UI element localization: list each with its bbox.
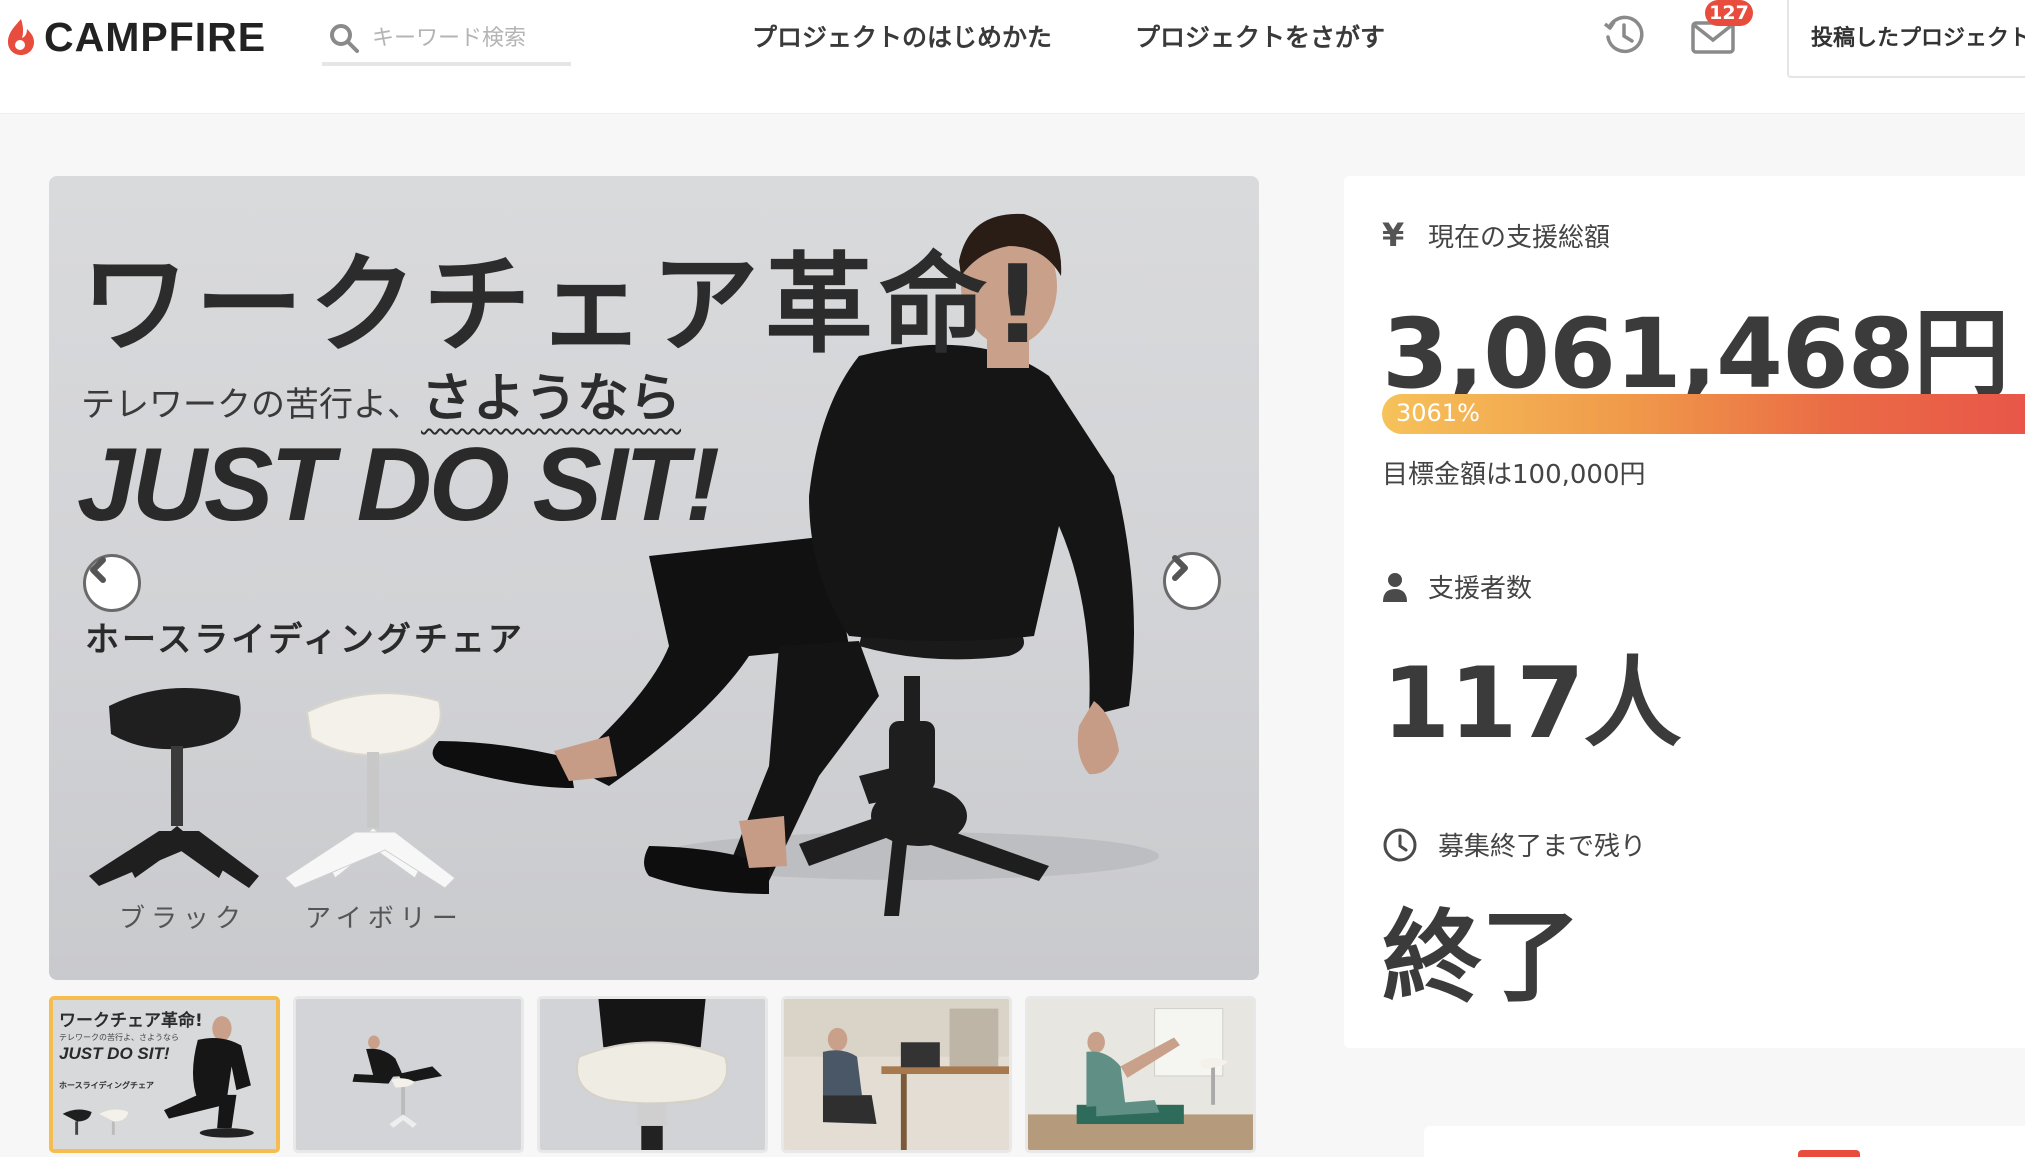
funding-stats-panel: ¥ 現在の支援総額 3,061,468円 3061% 目標金額は100,000円… <box>1344 176 2025 1048</box>
history-icon <box>1603 15 1644 54</box>
logo-text: CAMPFIRE <box>44 13 267 60</box>
thumbnail-1-title: ワークチェア革命! <box>59 1011 203 1031</box>
clock-icon <box>1383 828 1417 861</box>
supporters-label-row: 支援者数 <box>1382 568 1532 605</box>
card-tag <box>1798 1150 1860 1157</box>
hero-product-name: ホースライディングチェア <box>85 620 525 660</box>
project-main-image: ワークチェア革命! テレワークの苦行よ、さようなら JUST DO SIT! ホ… <box>49 176 1259 980</box>
thumbnail-3[interactable] <box>537 996 768 1153</box>
supporters-label: 支援者数 <box>1428 574 1533 604</box>
campfire-logo[interactable]: CAMPFIRE <box>4 14 266 60</box>
remaining-time-value: 終了 <box>1382 899 1581 1016</box>
thumbnail-4-image <box>784 999 1009 1150</box>
nav-find-projects[interactable]: プロジェクトをさがす <box>1135 18 1385 54</box>
carousel-next-button[interactable] <box>1163 552 1221 610</box>
swatch-label-ivory: アイボリー <box>305 904 464 934</box>
carousel-prev-button[interactable] <box>83 554 141 612</box>
search-input[interactable] <box>372 25 552 51</box>
thumbnail-2-image <box>296 999 521 1150</box>
history-button[interactable] <box>1601 12 1647 58</box>
total-amount-label-row: ¥ 現在の支援総額 <box>1382 216 1610 254</box>
posted-projects-button[interactable]: 投稿したプロジェクト <box>1787 0 2025 78</box>
chevron-left-icon <box>90 557 106 583</box>
funding-progress-text: 3061% <box>1396 399 1480 427</box>
remaining-time-label-row: 募集終了まで残り <box>1382 826 1646 863</box>
hero-slogan: JUST DO SIT! <box>77 427 720 543</box>
support-card-preview <box>1424 1126 2025 1157</box>
hero-subtitle-emphasis: さようなら <box>421 369 682 429</box>
notification-badge: 127 <box>1705 0 1753 26</box>
swatch-label-black: ブラック <box>119 904 248 934</box>
yen-icon: ¥ <box>1382 216 1405 254</box>
funding-progress-bar: 3061% <box>1382 394 2025 434</box>
thumbnail-1-product: ホースライディングチェア <box>59 1081 155 1090</box>
thumbnail-1[interactable]: ワークチェア革命! テレワークの苦行よ、さようなら JUST DO SIT! ホ… <box>49 996 280 1153</box>
thumbnail-2[interactable] <box>293 996 524 1153</box>
chevron-right-icon <box>1172 555 1188 581</box>
hero-title: ワークチェア革命! <box>81 243 1049 368</box>
thumbnail-5-image <box>1028 999 1253 1150</box>
thumbnail-1-slogan: JUST DO SIT! <box>59 1044 170 1063</box>
thumbnail-4[interactable] <box>781 996 1012 1153</box>
person-icon <box>1383 572 1407 602</box>
hero-subtitle-prefix: テレワークの苦行よ、 <box>81 385 421 425</box>
goal-amount-text: 目標金額は100,000円 <box>1382 460 1646 490</box>
search-icon <box>330 24 359 53</box>
hero-subtitle: テレワークの苦行よ、さようなら <box>81 356 681 431</box>
thumbnail-3-image <box>540 999 765 1150</box>
thumbnail-5[interactable] <box>1025 996 1256 1153</box>
search-box[interactable] <box>322 14 571 66</box>
remaining-time-label: 募集終了まで残り <box>1438 832 1647 862</box>
thumbnail-1-subtitle: テレワークの苦行よ、さようなら <box>59 1033 179 1042</box>
supporters-value: 117人 <box>1382 647 1682 761</box>
site-header: CAMPFIRE プロジェクトのはじめかた プロジェクトをさがす 127 投稿し… <box>0 0 2025 114</box>
total-amount-label: 現在の支援総額 <box>1428 222 1611 253</box>
flame-logo-icon <box>8 19 34 55</box>
nav-how-to-start[interactable]: プロジェクトのはじめかた <box>752 18 1052 54</box>
